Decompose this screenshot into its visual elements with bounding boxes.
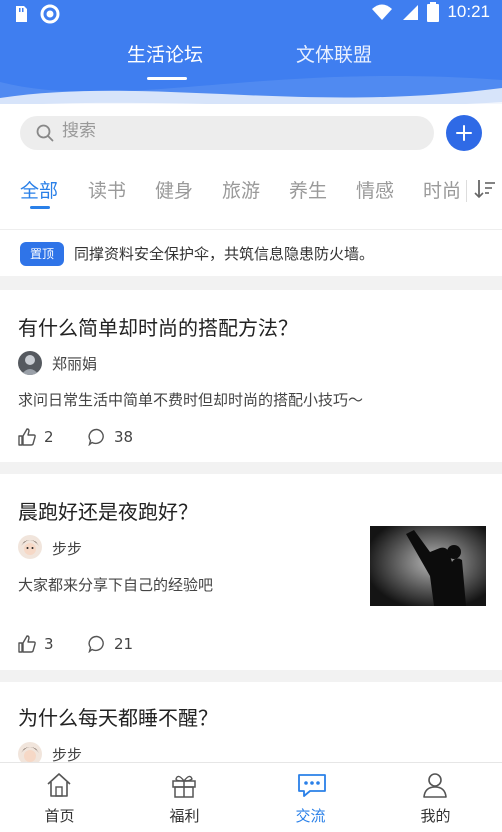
- signal-icon: [403, 5, 419, 20]
- nav-exchange-label: 交流: [295, 807, 326, 825]
- avatar[interactable]: [18, 535, 42, 559]
- thumbs-up-icon: [18, 635, 36, 653]
- post-card[interactable]: 为什么每天都睡不醒？ 步步: [0, 682, 502, 762]
- pinned-badge: 置顶: [20, 242, 64, 266]
- nav-mine-label: 我的: [420, 807, 451, 825]
- nav-welfare[interactable]: 福利: [122, 763, 247, 832]
- user-icon: [423, 773, 447, 798]
- nav-exchange[interactable]: 交流: [248, 763, 373, 832]
- gift-icon: [172, 775, 196, 798]
- sync-circle-icon: [40, 4, 60, 24]
- like-count: 2: [44, 428, 54, 446]
- comment-count: 21: [114, 635, 134, 653]
- comment-icon: [88, 428, 104, 446]
- author-name[interactable]: 郑丽娟: [52, 353, 97, 374]
- category-fitness[interactable]: 健身: [155, 176, 193, 203]
- category-active-indicator: [30, 206, 50, 209]
- avatar[interactable]: [18, 742, 42, 762]
- wifi-icon: [372, 4, 393, 20]
- pinned-notice[interactable]: 置顶 同撑资料安全保护伞，共筑信息隐患防火墙。: [0, 229, 502, 277]
- category-all[interactable]: 全部: [20, 176, 58, 203]
- chat-icon: [298, 774, 326, 797]
- post-card[interactable]: 晨跑好还是夜跑好？ 步步 大家都来分享下自己的经验吧 3 21: [0, 474, 502, 670]
- post-thumbnail[interactable]: [370, 526, 486, 606]
- category-fashion[interactable]: 时尚: [423, 176, 461, 203]
- tab-life-forum[interactable]: 生活论坛: [127, 40, 203, 67]
- nav-home[interactable]: 首页: [0, 763, 122, 832]
- avatar-image: [19, 743, 41, 762]
- comment-button[interactable]: 38: [88, 428, 133, 446]
- like-button[interactable]: 3: [18, 635, 54, 653]
- category-tabs: 全部 读书 健身 旅游 养生 情感 时尚: [0, 176, 502, 216]
- nav-home-label: 首页: [44, 807, 75, 825]
- post-excerpt: 大家都来分享下自己的经验吧: [18, 576, 214, 594]
- category-travel[interactable]: 旅游: [222, 176, 260, 203]
- like-count: 3: [44, 635, 54, 653]
- pinned-text: 同撑资料安全保护伞，共筑信息隐患防火墙。: [74, 245, 375, 263]
- bottom-nav: 首页 福利 交流 我的: [0, 762, 502, 832]
- search-bar[interactable]: [20, 116, 434, 150]
- silhouette-image: [370, 526, 486, 606]
- post-excerpt: 求问日常生活中简单不费时但却时尚的搭配小技巧～: [18, 391, 364, 409]
- category-divider: [466, 180, 467, 202]
- nav-mine[interactable]: 我的: [373, 763, 498, 832]
- avatar[interactable]: [18, 351, 42, 375]
- search-input[interactable]: [62, 121, 412, 141]
- category-reading[interactable]: 读书: [88, 176, 126, 203]
- author-name[interactable]: 步步: [52, 744, 82, 762]
- author-name[interactable]: 步步: [52, 538, 82, 559]
- header: 10:21 生活论坛 文体联盟: [0, 0, 502, 112]
- comment-icon: [88, 635, 104, 653]
- like-button[interactable]: 2: [18, 428, 54, 446]
- sd-card-icon: [16, 6, 27, 22]
- post-title: 晨跑好还是夜跑好？: [18, 500, 198, 524]
- status-time: 10:21: [447, 2, 490, 21]
- search-icon: [36, 124, 54, 142]
- home-icon: [47, 773, 71, 797]
- top-tabs: 生活论坛 文体联盟: [0, 40, 502, 80]
- tab-culture-sports[interactable]: 文体联盟: [296, 40, 372, 67]
- status-bar: 10:21: [0, 0, 502, 26]
- active-tab-indicator: [147, 77, 187, 80]
- sort-icon[interactable]: [474, 176, 496, 202]
- comment-count: 38: [114, 428, 134, 446]
- post-card[interactable]: 有什么简单却时尚的搭配方法？ 郑丽娟 求问日常生活中简单不费时但却时尚的搭配小技…: [0, 290, 502, 462]
- nav-welfare-label: 福利: [169, 807, 200, 825]
- avatar-image: [19, 536, 41, 558]
- battery-icon: [427, 2, 440, 22]
- category-emotion[interactable]: 情感: [356, 176, 394, 203]
- filter-panel: 全部 读书 健身 旅游 养生 情感 时尚 置顶 同撑资料安全保护伞，共筑信息隐患…: [0, 104, 502, 276]
- comment-button[interactable]: 21: [88, 635, 133, 653]
- thumbs-up-icon: [18, 428, 36, 446]
- add-post-button[interactable]: [446, 115, 482, 151]
- category-health[interactable]: 养生: [289, 176, 327, 203]
- post-title: 为什么每天都睡不醒？: [18, 706, 218, 730]
- avatar-image: [21, 355, 39, 375]
- post-title: 有什么简单却时尚的搭配方法？: [18, 316, 298, 340]
